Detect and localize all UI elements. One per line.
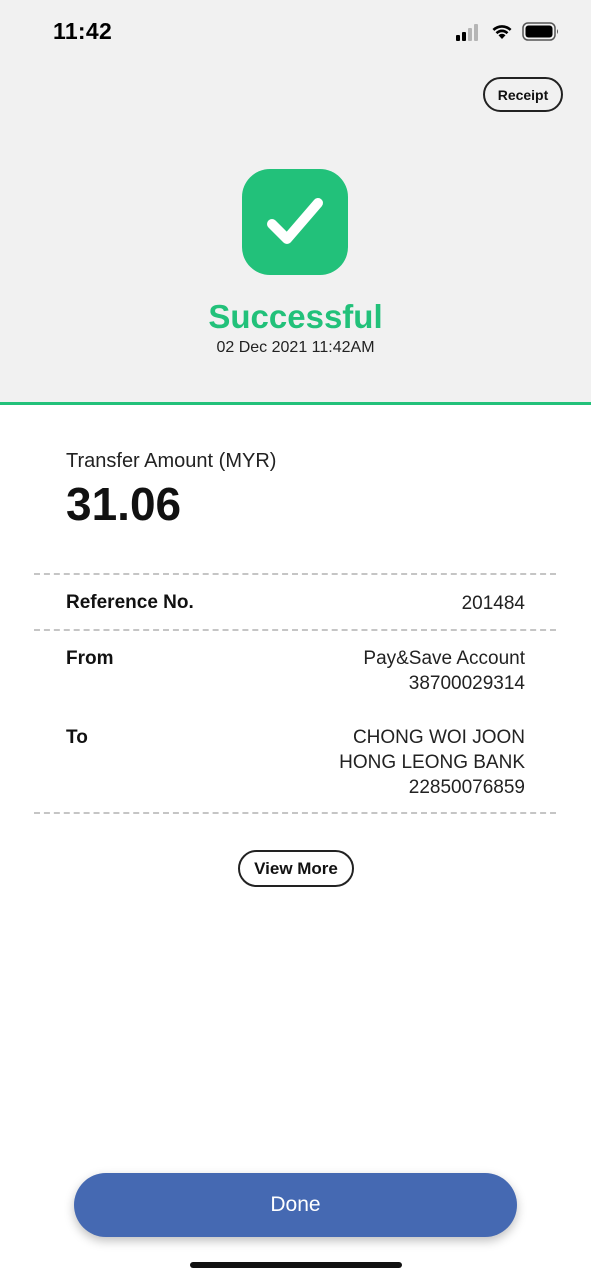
to-account-number: 22850076859 — [408, 777, 525, 798]
battery-icon — [522, 22, 558, 41]
reference-label: Reference No. — [66, 592, 194, 613]
reference-value: 201484 — [461, 593, 525, 614]
status-datetime: 02 Dec 2021 11:42AM — [216, 339, 375, 356]
view-more-button[interactable]: View More — [238, 850, 354, 887]
to-bank-name: HONG LEONG BANK — [339, 752, 525, 773]
from-account-number: 38700029314 — [408, 673, 525, 694]
from-account-name: Pay&Save Account — [363, 648, 525, 669]
to-value: CHONG WOI JOON HONG LEONG BANK 228500768… — [339, 725, 525, 800]
divider — [34, 573, 556, 575]
signal-bars-icon — [456, 24, 482, 41]
receipt-button[interactable]: Receipt — [483, 77, 563, 112]
status-bar-time: 11:42 — [53, 18, 113, 44]
checkmark-icon — [267, 198, 323, 244]
transfer-amount-value: 31.06 — [66, 478, 182, 530]
to-label: To — [66, 727, 88, 748]
success-badge — [242, 169, 348, 275]
home-indicator[interactable] — [190, 1262, 402, 1268]
transfer-amount-label: Transfer Amount (MYR) — [66, 450, 277, 472]
header-divider — [0, 402, 591, 405]
from-value: Pay&Save Account 38700029314 — [363, 646, 525, 696]
to-recipient-name: CHONG WOI JOON — [352, 727, 525, 748]
wifi-icon — [492, 25, 512, 39]
divider — [34, 629, 556, 631]
done-button[interactable]: Done — [74, 1173, 517, 1237]
divider — [34, 812, 556, 814]
status-title: Successful — [208, 298, 383, 335]
from-label: From — [66, 648, 114, 669]
